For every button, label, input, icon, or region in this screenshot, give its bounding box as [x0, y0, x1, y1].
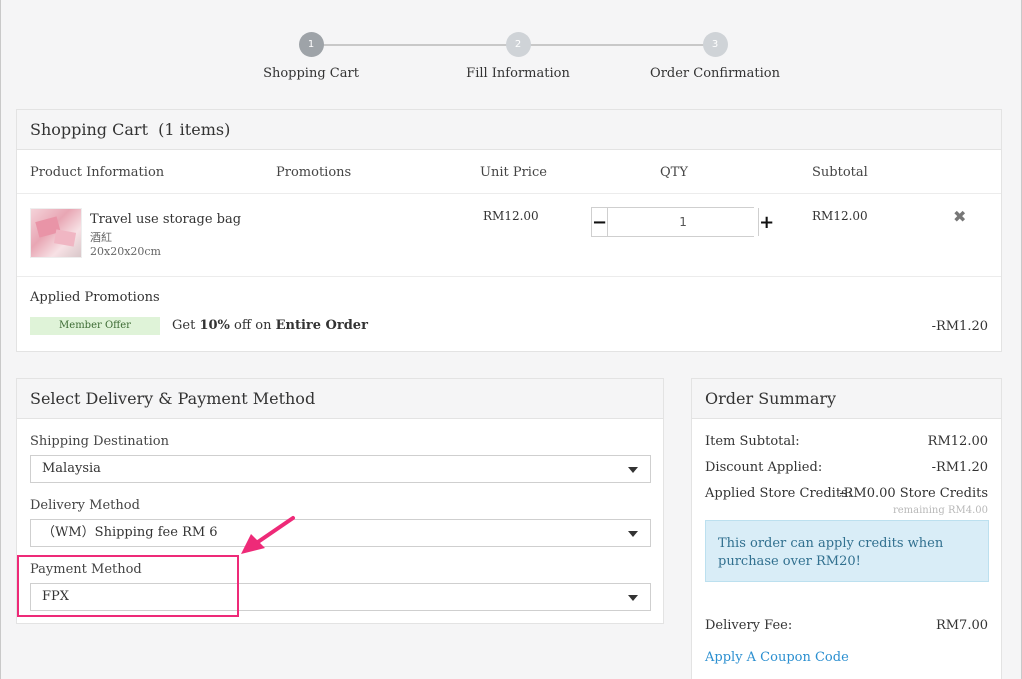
delivery-method-select[interactable]: （WM）Shipping fee RM 6 [30, 519, 651, 547]
cart-item-count: (1 items) [158, 120, 231, 139]
col-subtotal: Subtotal [812, 165, 868, 180]
payment-method-select[interactable]: FPX [30, 583, 651, 611]
summary-item-subtotal: Item Subtotal: RM12.00 [705, 434, 988, 449]
col-promotions: Promotions [276, 165, 352, 180]
delivery-method-value: （WM）Shipping fee RM 6 [42, 525, 218, 540]
applied-promotions-title: Applied Promotions [30, 290, 160, 305]
discount-amount: -RM1.20 [931, 460, 988, 475]
apply-coupon-link[interactable]: Apply A Coupon Code [705, 650, 849, 665]
credits-info-alert: This order can apply credits when purcha… [705, 520, 989, 582]
qty-input[interactable] [608, 208, 759, 236]
promotion-description: Get 10% off on Entire Order [172, 318, 368, 333]
delivery-fee-label: Delivery Fee: [705, 618, 793, 633]
shipping-destination-value: Malaysia [42, 461, 101, 476]
product-thumbnail[interactable] [30, 208, 82, 258]
col-qty: QTY [660, 165, 688, 180]
step-number: 2 [505, 32, 531, 57]
summary-header: Order Summary [692, 379, 1001, 419]
promotion-amount: -RM1.20 [931, 319, 988, 334]
summary-delivery-fee: Delivery Fee: RM7.00 [705, 618, 988, 633]
col-unit-price: Unit Price [480, 165, 547, 180]
step-label: Fill Information [466, 66, 570, 81]
product-variant: 酒紅 [90, 231, 112, 244]
step-label: Order Confirmation [650, 66, 780, 81]
decrease-qty-button[interactable]: − [592, 208, 609, 236]
step-fill-information: 2 Fill Information [448, 32, 588, 81]
payment-method-value: FPX [42, 589, 70, 604]
delivery-header: Select Delivery & Payment Method [17, 379, 663, 419]
step-order-confirmation: 3 Order Confirmation [645, 32, 785, 81]
cart-title: Shopping Cart [30, 120, 148, 139]
delivery-method-label: Delivery Method [30, 498, 140, 513]
promo-desc-prefix: Get [172, 318, 196, 333]
step-label: Shopping Cart [263, 66, 359, 81]
caret-down-icon [628, 595, 638, 601]
caret-down-icon [628, 467, 638, 473]
shipping-destination-label: Shipping Destination [30, 434, 169, 449]
step-shopping-cart: 1 Shopping Cart [241, 32, 381, 81]
promo-desc-mid: off on [234, 318, 272, 333]
product-size: 20x20x20cm [90, 245, 161, 258]
promo-desc-percent: 10% [199, 318, 230, 333]
order-summary-panel: Order Summary Item Subtotal: RM12.00 Dis… [691, 378, 1002, 679]
caret-down-icon [628, 531, 638, 537]
cart-header: Shopping Cart (1 items) [17, 110, 1001, 150]
member-offer-badge: Member Offer [30, 317, 160, 335]
step-number: 3 [702, 32, 728, 57]
shopping-cart-panel: Shopping Cart (1 items) Product Informat… [16, 109, 1002, 352]
discount-label: Discount Applied: [705, 460, 823, 475]
step-number: 1 [298, 32, 324, 57]
store-credits-label: Applied Store Credits: [705, 486, 853, 501]
quantity-stepper: − + [591, 207, 774, 237]
checkout-stepper: 1 Shopping Cart 2 Fill Information 3 Ord… [241, 32, 781, 88]
store-credits-amount: -RM0.00 Store Credits [839, 486, 988, 501]
remaining-credits: remaining RM4.00 [892, 505, 988, 516]
item-subtotal-amount: RM12.00 [927, 434, 988, 449]
cart-column-headers: Product Information Promotions Unit Pric… [17, 150, 1001, 194]
summary-store-credits: Applied Store Credits: -RM0.00 Store Cre… [705, 486, 988, 501]
item-subtotal-value: RM12.00 [812, 209, 868, 223]
promo-desc-target: Entire Order [275, 318, 368, 333]
remove-item-icon[interactable]: ✖ [953, 207, 966, 226]
unit-price-value: RM12.00 [483, 209, 539, 223]
product-name[interactable]: Travel use storage bag [90, 212, 241, 227]
shipping-destination-select[interactable]: Malaysia [30, 455, 651, 483]
payment-method-label: Payment Method [30, 562, 142, 577]
increase-qty-button[interactable]: + [758, 208, 774, 236]
delivery-payment-panel: Select Delivery & Payment Method Shippin… [16, 378, 664, 624]
delivery-fee-amount: RM7.00 [935, 618, 988, 633]
item-subtotal-label: Item Subtotal: [705, 434, 800, 449]
summary-discount: Discount Applied: -RM1.20 [705, 460, 988, 475]
col-product-information: Product Information [30, 165, 165, 180]
cart-item-row: Travel use storage bag 酒紅 20x20x20cm RM1… [17, 194, 1001, 277]
